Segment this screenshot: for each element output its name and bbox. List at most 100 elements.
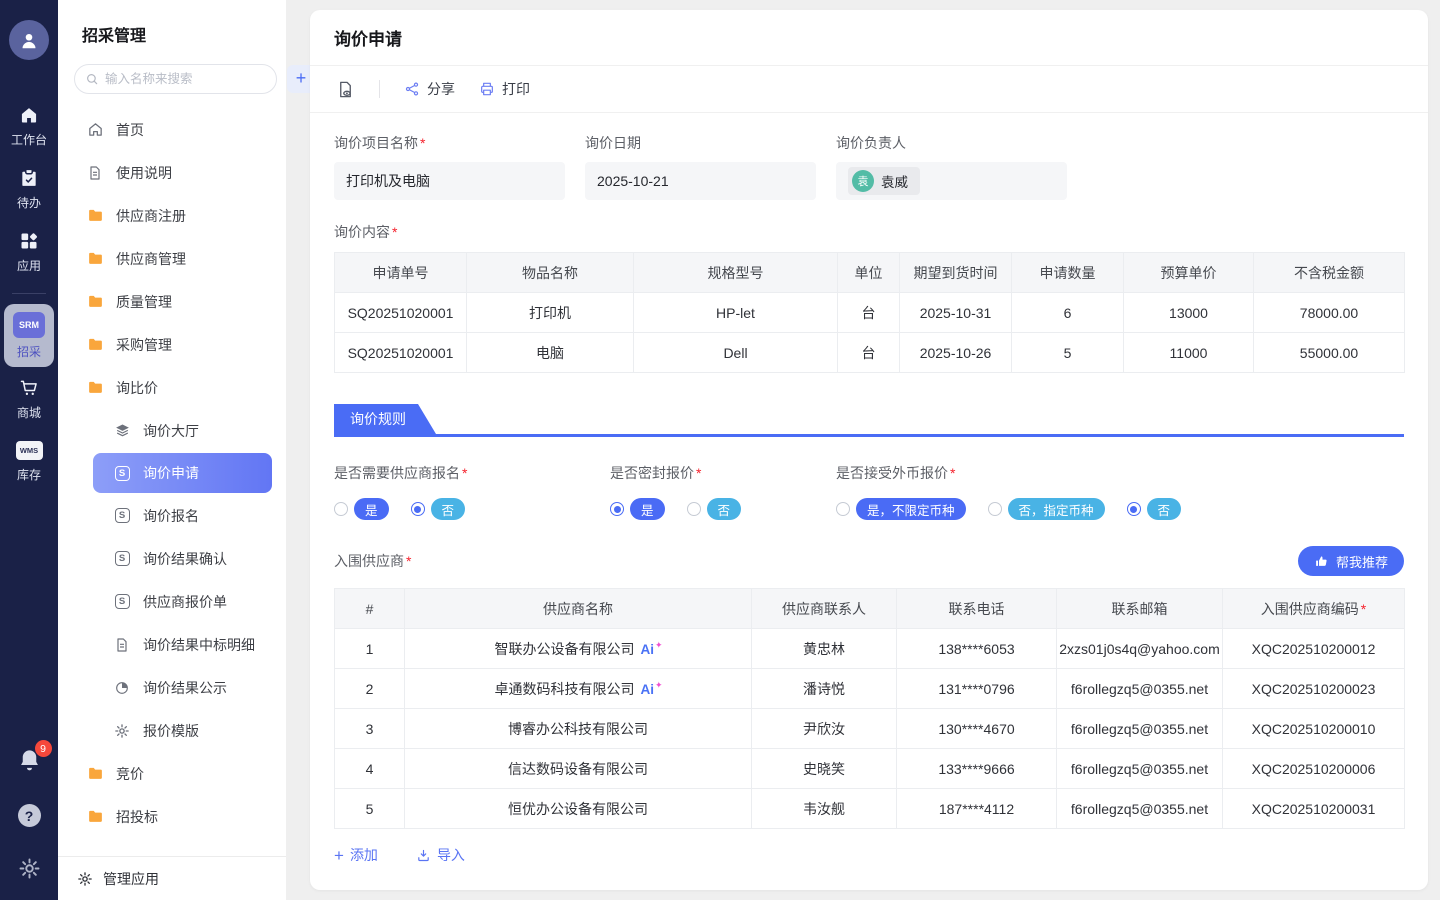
recommend-button[interactable]: 帮我推荐 [1298,546,1404,576]
sidebar-item-inquiry-hall[interactable]: 询价大厅 [58,409,286,452]
sidebar-item-bidding[interactable]: 竞价 [58,752,286,795]
owner-chip[interactable]: 袁 袁威 [848,167,920,195]
sidebar-item-label: 质量管理 [116,292,172,312]
sidebar-item-quality-manage[interactable]: 质量管理 [58,280,286,323]
sidebar-item-tender[interactable]: 招投标 [58,795,286,838]
table-cell: 133****9666 [897,749,1057,789]
inquiry-date-input[interactable]: 2025-10-21 [585,162,816,200]
sheet-icon [113,507,131,525]
folder-icon [86,293,104,311]
rail-item-apps[interactable]: 应用 [0,222,58,285]
sidebar-item-supplier-manage[interactable]: 供应商管理 [58,237,286,280]
sidebar-item-label: 询价大厅 [143,421,199,441]
settings-button[interactable] [18,857,41,880]
rules-section-divider: 询价规则 [334,407,1404,437]
sidebar-item-purchase-manage[interactable]: 采购管理 [58,323,286,366]
sidebar-item-supplier-quote[interactable]: 供应商报价单 [58,580,286,623]
table-cell: 2 [335,669,405,709]
rail-item-workbench[interactable]: 工作台 [0,96,58,159]
manage-apps-label: 管理应用 [103,869,159,889]
table-cell: f6rollegzq5@0355.net [1057,669,1223,709]
sidebar-item-inquiry-confirm[interactable]: 询价结果确认 [58,537,286,580]
radio-checked-icon[interactable] [610,502,624,516]
rail-item-inventory[interactable]: WMS库存 [0,432,58,494]
table-cell: SQ20251020001 [335,293,467,333]
search-box[interactable] [74,64,277,94]
sidebar-item-label: 报价模版 [143,721,199,741]
sidebar-item-inquiry-apply[interactable]: 询价申请 [93,453,272,493]
owner-name: 袁威 [881,171,908,191]
radio-unchecked-icon[interactable] [836,502,850,516]
column-header: # [335,589,405,629]
sidebar-item-inquiry-publicity[interactable]: 询价结果公示 [58,666,286,709]
project-name-input[interactable]: 打印机及电脑 [334,162,565,200]
radio-option[interactable]: 否，指定币种 [988,498,1105,520]
radio-option[interactable]: 否 [687,498,742,520]
sidebar-item-supplier-register[interactable]: 供应商注册 [58,194,286,237]
suppliers-header: 入围供应商 帮我推荐 [334,546,1404,576]
share-button[interactable]: 分享 [404,79,455,99]
module-title: 招采管理 [82,22,286,46]
sidebar-item-instructions[interactable]: 使用说明 [58,151,286,194]
table-cell: 台 [838,333,900,373]
radio-unchecked-icon[interactable] [687,502,701,516]
preview-document-icon[interactable] [336,80,355,99]
print-button[interactable]: 打印 [479,79,530,99]
help-button[interactable] [18,804,41,827]
rail-item-mall[interactable]: 商城 [0,369,58,432]
option-pill: 是，不限定币种 [856,498,966,520]
user-avatar[interactable] [9,20,49,60]
sidebar-item-inquiry-signup[interactable]: 询价报名 [58,494,286,537]
notifications-button[interactable]: 9 [16,747,43,774]
column-header: 联系邮箱 [1057,589,1223,629]
owner-label: 询价负责人 [836,133,1067,153]
rule-supplier-signup: 是否需要供应商报名 是否 [334,463,610,520]
option-pill: 是 [354,498,389,520]
sidebar-item-label: 供应商报价单 [143,592,227,612]
sidebar-item-inquiry-award-detail[interactable]: 询价结果中标明细 [58,623,286,666]
rail-item-label: 应用 [17,257,41,274]
toolbar-divider [379,80,380,98]
radio-option[interactable]: 是，不限定币种 [836,498,966,520]
radio-unchecked-icon[interactable] [334,502,348,516]
search-icon [85,72,99,86]
sheet-icon [113,550,131,568]
home-icon [19,105,39,125]
manage-apps-button[interactable]: 管理应用 [58,856,286,900]
rail-item-label: 商城 [17,404,41,421]
sidebar-item-label: 询价结果中标明细 [143,635,255,655]
table-cell: 史晓笑 [752,749,897,789]
rail-item-procurement[interactable]: SRM招采 [4,304,54,367]
radio-checked-icon[interactable] [411,502,425,516]
radio-unchecked-icon[interactable] [988,502,1002,516]
radio-option[interactable]: 是 [334,498,389,520]
sidebar-item-quote-template[interactable]: 报价模版 [58,709,286,752]
radio-option[interactable]: 否 [411,498,466,520]
table-cell: 恒优办公设备有限公司 [405,789,752,829]
sidebar-item-label: 采购管理 [116,335,172,355]
table-cell: f6rollegzq5@0355.net [1057,749,1223,789]
import-button[interactable]: 导入 [416,845,465,865]
rail-item-todo[interactable]: 待办 [0,159,58,222]
column-header: 入围供应商编码 [1223,589,1405,629]
table-cell: XQC202510200023 [1223,669,1405,709]
sidebar-item-label: 询价结果公示 [143,678,227,698]
rail-item-label: 招采 [17,343,41,360]
sheet-icon [113,593,131,611]
sheet-icon [113,464,131,482]
sidebar-item-home[interactable]: 首页 [58,108,286,151]
rail-bottom: 9 [16,747,43,900]
radio-option[interactable]: 是 [610,498,665,520]
radio-checked-icon[interactable] [1127,502,1141,516]
table-header-row: #供应商名称供应商联系人联系电话联系邮箱入围供应商编码 [335,589,1405,629]
search-input[interactable] [105,72,266,86]
folder-icon [86,379,104,397]
radio-option[interactable]: 否 [1127,498,1182,520]
sidebar-search-row [74,64,272,94]
owner-input[interactable]: 袁 袁威 [836,162,1067,200]
grid-icon [19,231,39,251]
folder-icon [86,207,104,225]
sidebar-item-inquiry-compare[interactable]: 询比价 [58,366,286,409]
add-supplier-button[interactable]: 添加 [334,845,378,865]
page-title: 询价申请 [310,10,1428,66]
